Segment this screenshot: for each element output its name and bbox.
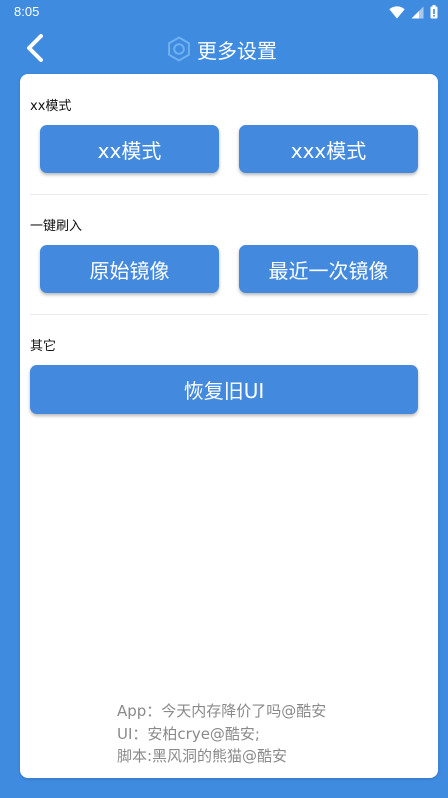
section-label-flash: 一键刷入 xyxy=(30,219,83,234)
battery-icon xyxy=(430,4,438,23)
section-label-other: 其它 xyxy=(30,339,57,354)
settings-card: xx模式 xx模式 xxx模式 一键刷入 原始镜像 最近一次镜像 其它 恢复旧U… xyxy=(20,74,438,778)
title-bar: 更多设置 xyxy=(0,24,448,76)
section-label-xx-mode: xx模式 xyxy=(30,99,72,114)
latest-image-button[interactable]: 最近一次镜像 xyxy=(239,245,418,293)
credit-script: 脚本:黑风洞的熊猫@酷安 xyxy=(117,747,288,765)
xxx-mode-button[interactable]: xxx模式 xyxy=(239,125,418,173)
status-time: 8:05 xyxy=(14,4,40,19)
xx-mode-button[interactable]: xx模式 xyxy=(40,125,219,173)
credit-app: App：今天内存降价了吗@酷安 xyxy=(117,702,327,720)
original-image-button[interactable]: 原始镜像 xyxy=(40,245,219,293)
restore-old-ui-button[interactable]: 恢复旧UI xyxy=(30,365,418,414)
back-button[interactable] xyxy=(18,32,52,68)
credits: App：今天内存降价了吗@酷安 UI：安柏crye@酷安; 脚本:黑风洞的熊猫@… xyxy=(117,700,417,768)
status-bar: 8:05 xyxy=(0,0,448,24)
signal-icon xyxy=(411,4,424,23)
wifi-icon xyxy=(389,4,405,23)
credit-ui: UI：安柏crye@酷安; xyxy=(117,724,260,743)
divider xyxy=(30,194,428,195)
page-title: 更多设置 xyxy=(197,39,277,63)
divider xyxy=(30,314,428,315)
gear-icon xyxy=(166,36,192,66)
chevron-left-icon xyxy=(25,33,45,67)
status-icons xyxy=(389,4,438,23)
page-title-group: 更多设置 xyxy=(166,36,277,66)
